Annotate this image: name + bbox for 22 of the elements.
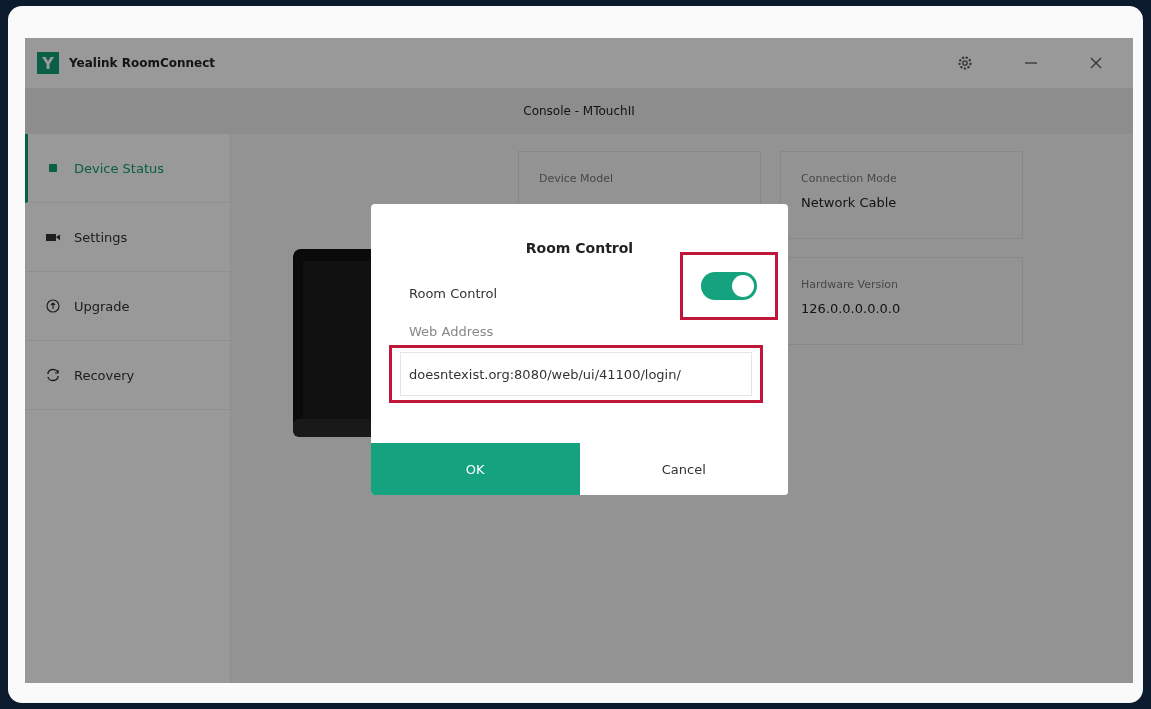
close-icon[interactable] xyxy=(1089,56,1103,70)
window-title: Yealink RoomConnect xyxy=(69,56,216,70)
card-value: 126.0.0.0.0.0.0 xyxy=(801,301,902,316)
sidebar-item[interactable]: Upgrade xyxy=(25,272,230,341)
header-title: Console - MTouchII xyxy=(523,104,635,118)
ok-button[interactable]: OK xyxy=(371,443,580,495)
web-address-field[interactable]: doesntexist.org:8080/web/ui/41100/login/ xyxy=(400,352,752,396)
sidebar-item[interactable]: Settings xyxy=(25,203,230,272)
card-label: Connection Mode xyxy=(801,172,898,185)
toggle-label: Room Control xyxy=(409,285,498,301)
recovery-icon xyxy=(46,368,60,382)
upgrade-icon xyxy=(46,299,60,313)
card-value: Network Cable xyxy=(801,195,898,210)
card-label: Device Model xyxy=(539,172,615,185)
square-icon xyxy=(46,161,60,175)
app-logo: Y xyxy=(37,52,59,74)
toggle-switch[interactable] xyxy=(701,272,757,300)
sidebar-item[interactable]: Recovery xyxy=(25,341,230,410)
dialog-title: Room Control xyxy=(524,240,635,256)
card-label: Hardware Version xyxy=(801,278,900,291)
field-label: Web Address xyxy=(408,324,495,339)
settings-icon[interactable] xyxy=(957,55,973,71)
